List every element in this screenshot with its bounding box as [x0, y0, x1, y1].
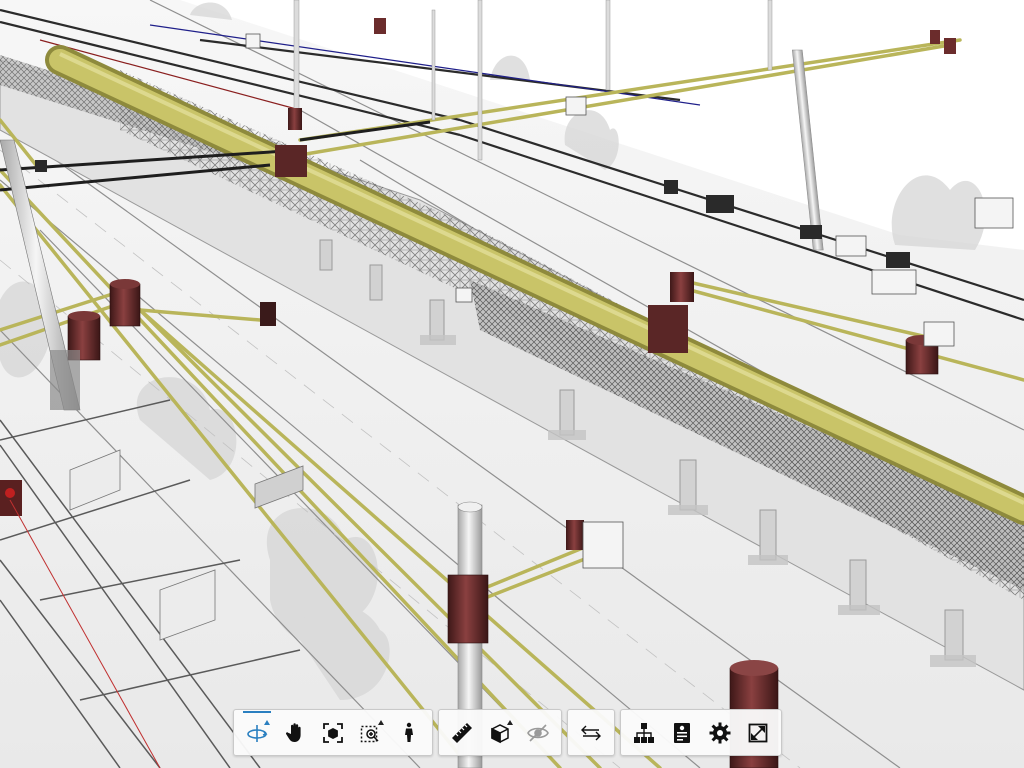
- swap-button[interactable]: [572, 714, 610, 752]
- orbit-button[interactable]: [238, 710, 276, 752]
- model-tree-button[interactable]: [625, 714, 663, 752]
- viewer-toolbar: [233, 709, 782, 756]
- properties-icon: [674, 722, 690, 743]
- properties-button[interactable]: [663, 714, 701, 752]
- model-viewport[interactable]: [0, 0, 1024, 768]
- model-tree-icon: [634, 722, 654, 743]
- first-person-icon: [405, 722, 413, 742]
- compare-tools-group: [567, 709, 615, 756]
- hide-eye-icon: [527, 723, 549, 742]
- fullscreen-icon: [748, 723, 768, 742]
- ruler-icon: [452, 722, 472, 743]
- fullscreen-button[interactable]: [739, 714, 777, 752]
- swap-arrows-icon: [581, 725, 601, 740]
- pan-button[interactable]: [276, 714, 314, 752]
- fit-view-icon: [323, 722, 343, 743]
- navigation-tools-group: [233, 709, 433, 756]
- section-button[interactable]: [481, 714, 519, 752]
- panel-tools-group: [620, 709, 782, 756]
- zoom-window-button[interactable]: [352, 714, 390, 752]
- fit-view-button[interactable]: [314, 714, 352, 752]
- gear-icon: [709, 722, 731, 743]
- visibility-button[interactable]: [519, 714, 557, 752]
- pan-hand-icon: [285, 722, 301, 742]
- measure-button[interactable]: [443, 714, 481, 752]
- 3d-model-scene[interactable]: [0, 0, 1024, 768]
- analysis-tools-group: [438, 709, 562, 756]
- first-person-button[interactable]: [390, 714, 428, 752]
- settings-button[interactable]: [701, 714, 739, 752]
